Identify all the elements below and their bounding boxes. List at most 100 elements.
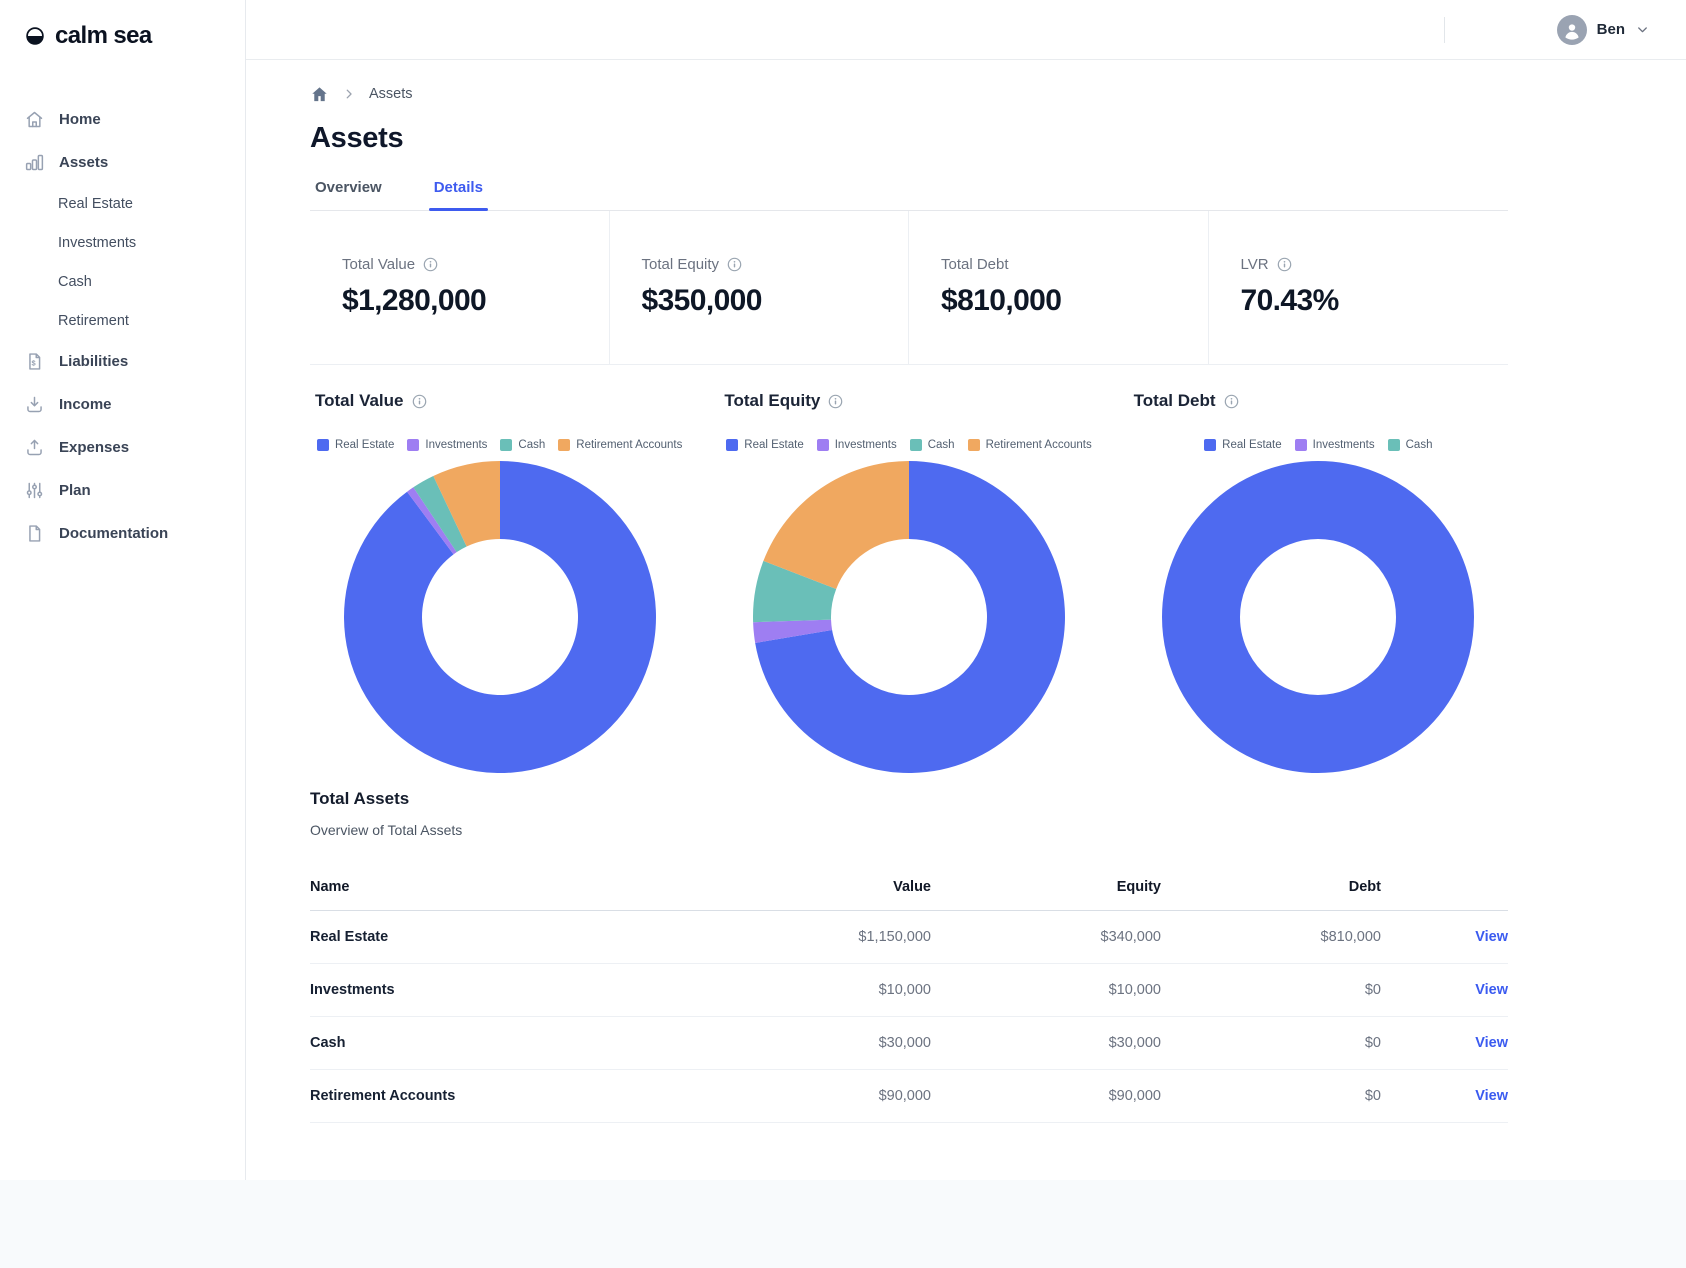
legend-swatch [407, 439, 420, 451]
user-menu[interactable]: Ben [1556, 14, 1650, 45]
svg-text:$: $ [32, 358, 37, 367]
sidebar-item-real-estate[interactable]: Real Estate [58, 184, 245, 223]
info-icon[interactable] [828, 394, 843, 409]
home-icon [24, 109, 45, 130]
legend-item-real-estate[interactable]: Real Estate [726, 439, 804, 451]
legend-item-cash[interactable]: Cash [909, 439, 955, 451]
stat-value: $350,000 [641, 284, 763, 317]
brand-logo[interactable]: calm sea [24, 22, 245, 50]
sidebar-item-label: Liabilities [59, 353, 129, 370]
view-link[interactable]: View [1475, 982, 1508, 998]
sidebar-item-assets[interactable]: Assets [24, 141, 245, 184]
sidebar-item-liabilities[interactable]: $ Liabilities [24, 340, 245, 383]
assets-table: Name Value Equity Debt Real Estate $1,150… [310, 864, 1508, 1123]
chart-title: Total Debt [1129, 391, 1508, 411]
chevron-right-icon [342, 87, 356, 101]
view-link[interactable]: View [1475, 1035, 1508, 1051]
sidebar-assets-submenu: Real Estate Investments Cash Retirement [24, 184, 245, 340]
page-footer-strip [0, 1180, 1686, 1268]
legend-swatch [816, 439, 829, 451]
row-name: Investments [310, 982, 395, 998]
sidebar-item-label: Assets [59, 154, 109, 171]
stat-total-equity: Total Equity $350,000 [610, 211, 909, 364]
tab-details[interactable]: Details [428, 179, 489, 211]
sidebar-nav: Home Assets Real Estate Investments Cash… [24, 98, 245, 555]
row-value: $1,150,000 [858, 929, 931, 945]
donut-chart [343, 461, 656, 773]
view-link[interactable]: View [1475, 929, 1508, 945]
sidebar-item-cash[interactable]: Cash [58, 262, 245, 301]
user-name: Ben [1596, 21, 1625, 38]
app: calm sea Home Assets Real Estate Investm… [0, 0, 1686, 1180]
legend-item-real-estate[interactable]: Real Estate [1204, 439, 1282, 451]
row-equity: $30,000 [1108, 1035, 1161, 1051]
stat-value: 70.43% [1240, 284, 1340, 317]
legend-item-retirement-accounts[interactable]: Retirement Accounts [558, 439, 682, 451]
row-value: $30,000 [878, 1035, 931, 1051]
legend-item-investments[interactable]: Investments [816, 439, 897, 451]
row-action: View [1381, 929, 1508, 945]
info-icon[interactable] [423, 257, 438, 272]
column-header-name: Name [310, 879, 350, 895]
legend-item-cash[interactable]: Cash [1387, 439, 1432, 451]
sidebar-item-label: Home [59, 111, 101, 128]
stats-row: Total Value $1,280,000 Total Equity $350,00… [310, 211, 1508, 365]
assets-chart-icon [24, 152, 45, 173]
stat-value: $810,000 [941, 284, 1062, 317]
chart-legend: Real Estate Investments Cash Retirement Acc… [310, 439, 689, 451]
info-icon[interactable] [412, 394, 427, 409]
sidebar-item-documentation[interactable]: Documentation [24, 512, 245, 555]
legend-swatch [1294, 439, 1307, 451]
chevron-down-icon [1635, 22, 1650, 37]
sidebar-item-home[interactable]: Home [24, 98, 245, 141]
chart-legend: Real Estate Investments Cash [1129, 439, 1508, 451]
table-row-investments: Investments $10,000 $10,000 $0 View [310, 964, 1508, 1017]
legend-item-real-estate[interactable]: Real Estate [316, 439, 394, 451]
sidebar-item-label: Expenses [59, 439, 130, 456]
row-action: View [1381, 1035, 1508, 1051]
legend-swatch [500, 439, 513, 451]
info-icon[interactable] [1224, 394, 1239, 409]
stat-label: Total Debt [941, 256, 1009, 273]
breadcrumb: Assets [310, 84, 1508, 104]
legend-item-retirement-accounts[interactable]: Retirement Accounts [967, 439, 1092, 451]
chart-block-total-debt: Total Debt Real Estate Investments Cash [1129, 391, 1508, 773]
row-debt: $0 [1364, 1088, 1381, 1104]
table-row-real-estate: Real Estate $1,150,000 $340,000 $810,000 Vie… [310, 911, 1508, 964]
donut-chart [1162, 461, 1475, 773]
donut-slice[interactable] [1162, 461, 1475, 773]
stat-value: $1,280,000 [342, 284, 487, 317]
info-icon[interactable] [727, 257, 742, 272]
sidebar-item-label: Plan [59, 482, 91, 499]
legend-item-investments[interactable]: Investments [407, 439, 487, 451]
breadcrumb-current: Assets [369, 86, 413, 102]
row-equity: $90,000 [1108, 1088, 1161, 1104]
sidebar-item-plan[interactable]: Plan [24, 469, 245, 512]
view-link[interactable]: View [1475, 1088, 1508, 1104]
sidebar: calm sea Home Assets Real Estate Investm… [0, 0, 246, 1180]
content: Assets Assets Overview Details Total Val… [246, 60, 1686, 1123]
breadcrumb-home-icon[interactable] [310, 85, 329, 104]
income-icon [24, 394, 45, 415]
legend-item-investments[interactable]: Investments [1294, 439, 1375, 451]
sidebar-item-retirement[interactable]: Retirement [58, 301, 245, 340]
tab-overview[interactable]: Overview [310, 179, 387, 210]
stat-lvr: LVR 70.43% [1209, 211, 1509, 364]
chart-block-total-equity: Total Equity Real Estate Investments Cash Re… [719, 391, 1098, 773]
table-header-row: Name Value Equity Debt [310, 864, 1508, 911]
info-icon[interactable] [1277, 257, 1292, 272]
sidebar-item-expenses[interactable]: Expenses [24, 426, 245, 469]
legend-swatch [909, 439, 922, 451]
sidebar-item-label: Income [59, 396, 112, 413]
row-equity: $10,000 [1108, 982, 1161, 998]
assets-table-section: Total Assets Overview of Total Assets Na… [310, 789, 1508, 1123]
sidebar-item-investments[interactable]: Investments [58, 223, 245, 262]
row-name: Real Estate [310, 929, 389, 945]
table-title: Total Assets [310, 789, 410, 808]
row-equity: $340,000 [1100, 929, 1161, 945]
legend-swatch [316, 439, 329, 451]
legend-item-cash[interactable]: Cash [500, 439, 545, 451]
sidebar-item-label: Documentation [59, 525, 169, 542]
sidebar-item-income[interactable]: Income [24, 383, 245, 426]
avatar [1556, 14, 1587, 45]
